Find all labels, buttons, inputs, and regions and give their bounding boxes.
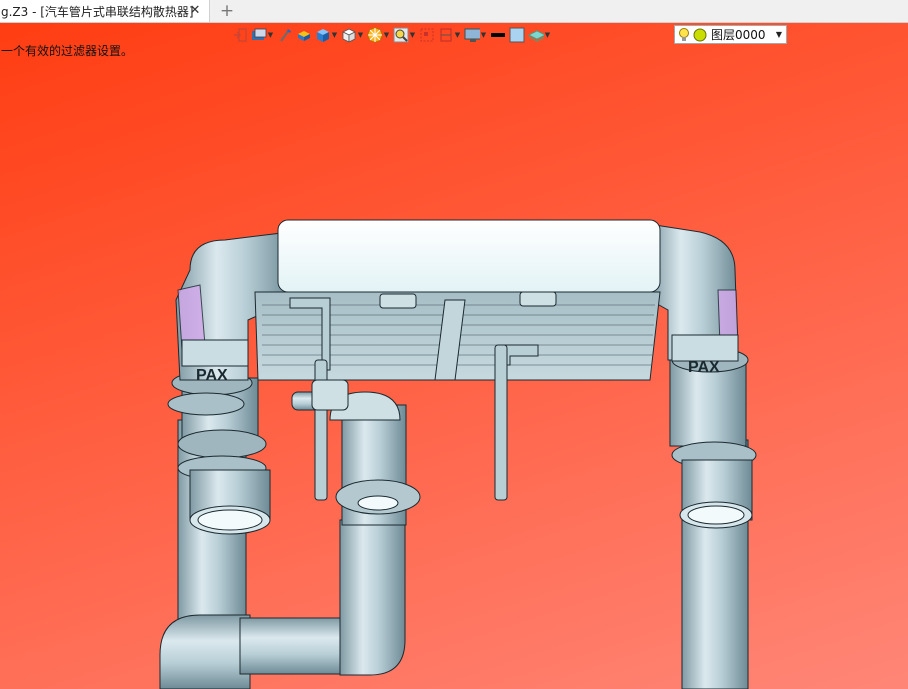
- zoom-button[interactable]: ▼: [393, 25, 416, 45]
- fill-color-icon: [509, 27, 525, 43]
- chevron-down-icon[interactable]: ▼: [357, 31, 364, 39]
- new-tab-button[interactable]: +: [218, 1, 236, 21]
- tab-title: g.Z3 - [汽车管片式串联结构散热器]: [1, 4, 194, 19]
- chevron-down-icon[interactable]: ▼: [454, 31, 461, 39]
- palette-icon: [367, 27, 383, 43]
- chevron-down-icon[interactable]: ▼: [776, 26, 782, 43]
- exit-button[interactable]: [232, 25, 248, 45]
- layer-name: 图层0000: [711, 28, 766, 42]
- top-tank: [277, 219, 661, 293]
- cube-icon: [315, 27, 331, 43]
- 3d-viewport[interactable]: PAX PAX 一个有效的过滤器设置。 ▼ ▼ ▼ ▼ ▼ ▼ ▼ ▼ 图层00…: [0, 23, 908, 689]
- line-color-button[interactable]: [490, 25, 506, 45]
- brush-button[interactable]: [277, 25, 293, 45]
- select-icon: [419, 27, 435, 43]
- layer-manager-button[interactable]: ▼: [528, 25, 551, 45]
- zoom-icon: [393, 27, 409, 43]
- chevron-down-icon[interactable]: ▼: [331, 31, 338, 39]
- display-icon: [464, 27, 480, 43]
- exit-icon: [232, 27, 248, 43]
- fill-color-button[interactable]: [509, 25, 525, 45]
- section-icon: [438, 27, 454, 43]
- line-color-icon: [490, 27, 506, 43]
- cube-button[interactable]: ▼: [315, 25, 338, 45]
- palette-button[interactable]: ▼: [367, 25, 390, 45]
- display-button[interactable]: ▼: [464, 25, 487, 45]
- chevron-down-icon[interactable]: ▼: [544, 31, 551, 39]
- document-tab[interactable]: g.Z3 - [汽车管片式串联结构散热器] ✕: [0, 0, 210, 22]
- section-button[interactable]: ▼: [438, 25, 461, 45]
- bottom-u-pipe: [239, 391, 421, 676]
- view-cube-icon: [341, 27, 357, 43]
- layer-color-dot-icon: [693, 28, 707, 41]
- shade-button[interactable]: [296, 25, 312, 45]
- view-toolbar: ▼ ▼ ▼ ▼ ▼ ▼ ▼ ▼: [232, 24, 551, 46]
- view-cube-button[interactable]: ▼: [341, 25, 364, 45]
- layout-button[interactable]: ▼: [251, 25, 274, 45]
- status-message: 一个有效的过滤器设置。: [1, 44, 134, 58]
- brand-left-text: PAX: [196, 367, 228, 384]
- layer-dropdown[interactable]: 图层0000 ▼: [674, 25, 787, 44]
- brush-icon: [277, 27, 293, 43]
- close-icon[interactable]: ✕: [187, 3, 203, 19]
- layout-icon: [251, 27, 267, 43]
- chevron-down-icon[interactable]: ▼: [480, 31, 487, 39]
- lightbulb-icon[interactable]: [678, 27, 690, 42]
- chevron-down-icon[interactable]: ▼: [409, 31, 416, 39]
- layer-manager-icon: [528, 27, 544, 43]
- chevron-down-icon[interactable]: ▼: [383, 31, 390, 39]
- select-button[interactable]: [419, 25, 435, 45]
- tab-bar: g.Z3 - [汽车管片式串联结构散热器] ✕ +: [0, 0, 908, 23]
- radiator-model[interactable]: PAX PAX: [0, 23, 908, 689]
- right-pipe: [669, 347, 757, 689]
- shade-icon: [296, 27, 312, 43]
- brand-right-text: PAX: [688, 359, 720, 376]
- chevron-down-icon[interactable]: ▼: [267, 31, 274, 39]
